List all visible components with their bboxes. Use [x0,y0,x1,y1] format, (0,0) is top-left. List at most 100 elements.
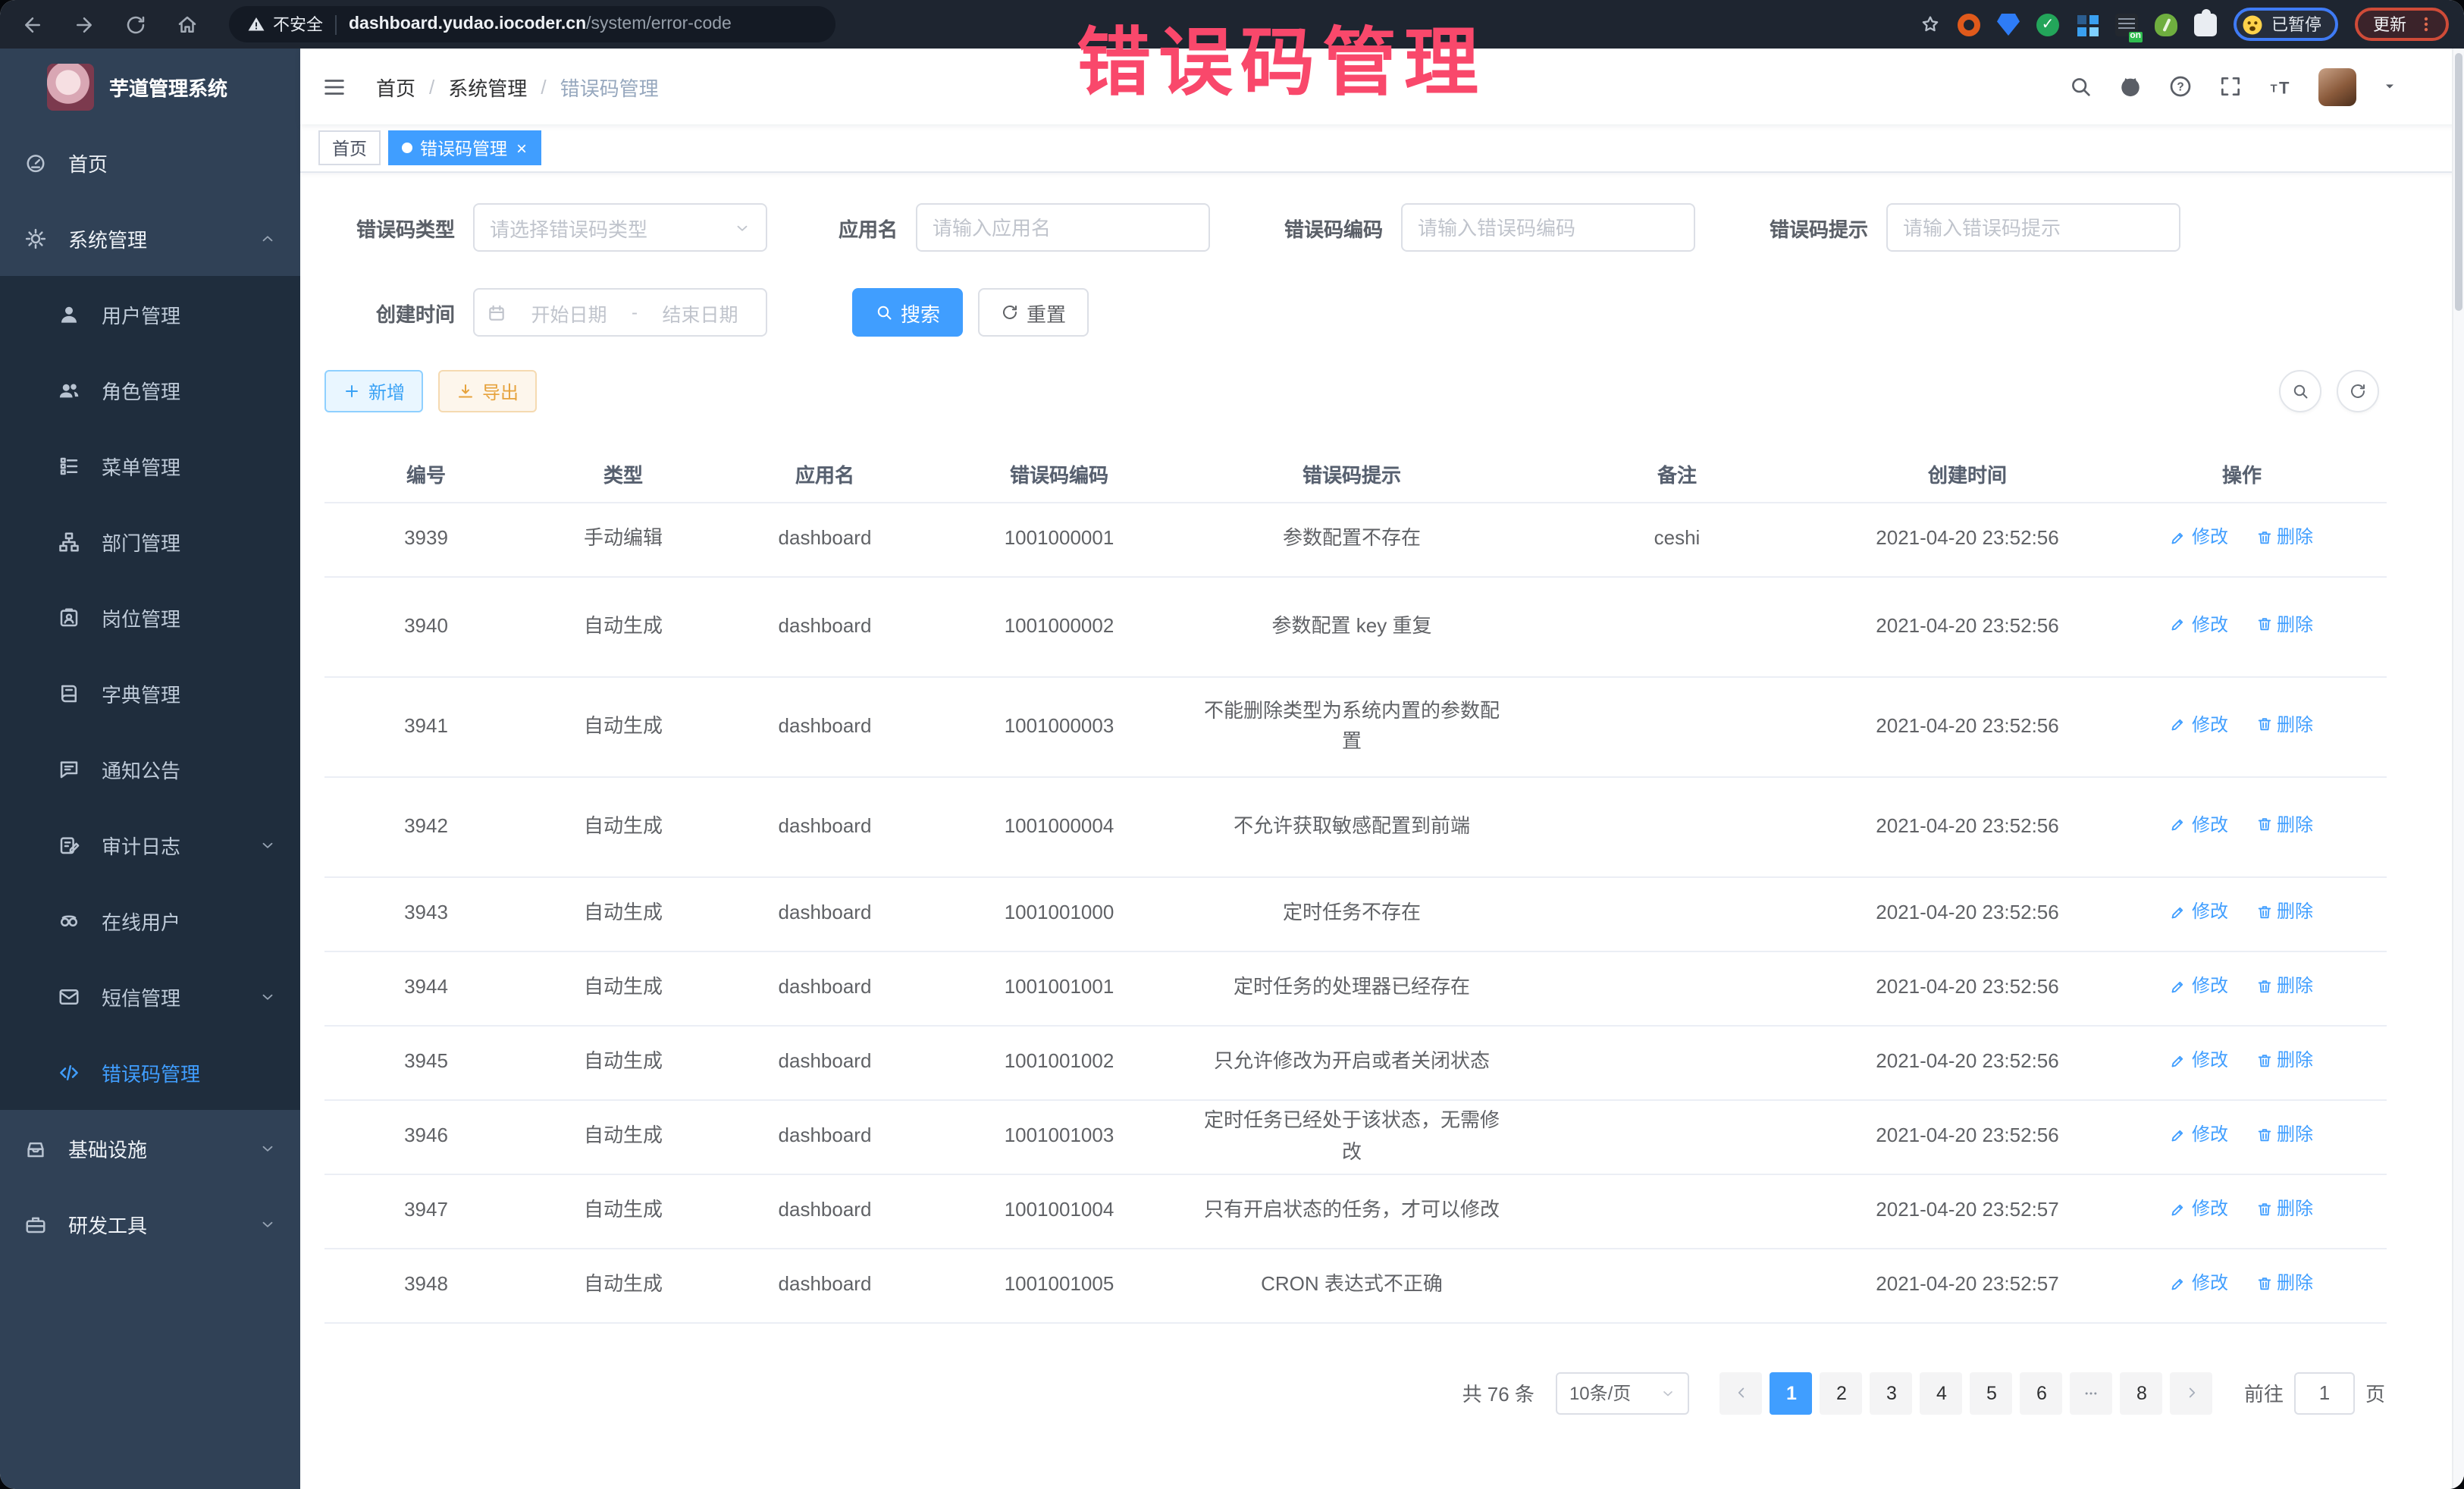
sidebar-item-1[interactable]: 系统管理 [0,200,300,276]
add-button[interactable]: 新增 [324,370,423,412]
edit-link[interactable]: 修改 [2171,610,2228,638]
sidebar-item-8[interactable]: 通知公告 [0,731,300,807]
sidebar-item-9[interactable]: 审计日志 [0,807,300,882]
help-icon[interactable]: ? [2168,74,2193,99]
pager-ellipsis[interactable] [2071,1371,2113,1414]
scrollbar-thumb[interactable] [2455,53,2462,311]
delete-link[interactable]: 删除 [2256,972,2313,1000]
paused-badge[interactable]: 已暂停 [2234,8,2338,41]
delete-link[interactable]: 删除 [2256,1269,2313,1297]
sidebar-item-6[interactable]: 岗位管理 [0,579,300,655]
page-size-select[interactable]: 10条/页 [1556,1371,1689,1414]
sidebar-item-13[interactable]: 基础设施 [0,1110,300,1186]
table-row: 3939手动编辑dashboard1001000001参数配置不存在ceshi2… [324,502,2387,576]
edit-link[interactable]: 修改 [2171,1046,2228,1074]
edit-link[interactable]: 修改 [2171,523,2228,551]
sidebar-item-3[interactable]: 角色管理 [0,352,300,428]
export-button[interactable]: 导出 [438,370,537,412]
breadcrumb-item-1[interactable]: 系统管理 [448,72,527,101]
github-icon[interactable] [2118,74,2143,99]
page-scrollbar[interactable] [2452,49,2464,1489]
search-icon[interactable] [2068,74,2093,99]
tag-0[interactable]: 首页 [318,130,381,165]
sidebar-item-0[interactable]: 首页 [0,124,300,200]
delete-link[interactable]: 删除 [2256,710,2313,738]
page-button-6[interactable]: 6 [2020,1371,2063,1414]
ext-circle-orange-icon[interactable] [1958,13,1980,36]
sidebar-item-4[interactable]: 菜单管理 [0,428,300,503]
delete-link[interactable]: 删除 [2256,898,2313,926]
security-status[interactable]: 不安全 [247,12,323,36]
table-row: 3947自动生成dashboard1001001004只有开启状态的任务，才可以… [324,1174,2387,1248]
user-menu-caret-icon[interactable] [2382,79,2397,94]
back-icon[interactable] [21,13,44,36]
reset-button[interactable]: 重置 [978,288,1089,337]
refresh-table-button[interactable] [2337,370,2379,412]
reload-icon[interactable] [124,13,147,36]
ext-puzzle-white-icon[interactable] [2194,13,2217,36]
trash-icon [2256,1275,2272,1292]
toggle-search-button[interactable] [2279,370,2321,412]
browser-menu-dots-icon[interactable] [2417,15,2435,33]
page-button-5[interactable]: 5 [1970,1371,2013,1414]
trash-icon [2256,904,2272,920]
page-button-2[interactable]: 2 [1820,1371,1863,1414]
edit-link[interactable]: 修改 [2171,1195,2228,1223]
prev-page-button[interactable] [1720,1371,1763,1414]
delete-link[interactable]: 删除 [2256,1121,2313,1149]
page-button-8[interactable]: 8 [2121,1371,2163,1414]
app-logo[interactable]: 芋道管理系统 [0,49,300,124]
delete-link[interactable]: 删除 [2256,1046,2313,1074]
collapse-sidebar-icon[interactable] [321,74,347,99]
app-name-input[interactable] [933,216,1193,239]
edit-link[interactable]: 修改 [2171,710,2228,738]
sidebar-item-7[interactable]: 字典管理 [0,655,300,731]
delete-link[interactable]: 删除 [2256,523,2313,551]
error-hint-input[interactable] [1903,216,2164,239]
sidebar-item-14[interactable]: 研发工具 [0,1186,300,1262]
update-label: 更新 [2373,12,2406,36]
next-page-button[interactable] [2171,1371,2213,1414]
delete-link[interactable]: 删除 [2256,1195,2313,1223]
ext-grid-blue-icon[interactable] [2076,13,2099,36]
ext-key-green-icon[interactable] [2155,13,2177,36]
sidebar-item-2[interactable]: 用户管理 [0,276,300,352]
delete-link[interactable]: 删除 [2256,810,2313,839]
user-avatar[interactable] [2318,67,2356,105]
bookmark-star-icon[interactable] [1920,14,1941,35]
goto-page-input[interactable] [2294,1371,2355,1414]
ext-check-green-icon[interactable]: ✓ [2036,13,2059,36]
sidebar-item-11[interactable]: 短信管理 [0,958,300,1034]
home-icon[interactable] [176,13,199,36]
page-button-3[interactable]: 3 [1870,1371,1913,1414]
update-button[interactable]: 更新 [2355,8,2449,41]
date-range-picker[interactable]: 开始日期 - 结束日期 [473,288,767,337]
font-size-icon[interactable]: TT [2268,74,2293,99]
address-bar[interactable]: 不安全 dashboard.yudao.iocoder.cn/system/er… [229,6,835,42]
error-type-select[interactable]: 请选择错误码类型 [473,203,767,252]
tag-1[interactable]: 错误码管理× [388,130,541,165]
edit-link[interactable]: 修改 [2171,810,2228,839]
error-code-input[interactable] [1418,216,1679,239]
search-button[interactable]: 搜索 [852,288,963,337]
ext-pin-blue-icon[interactable] [1997,13,2020,36]
edit-link[interactable]: 修改 [2171,972,2228,1000]
sidebar-item-12[interactable]: 错误码管理 [0,1034,300,1110]
security-label: 不安全 [273,12,323,36]
delete-link[interactable]: 删除 [2256,610,2313,638]
sidebar-item-10[interactable]: 在线用户 [0,882,300,958]
ext-tabs-on-icon[interactable] [2115,13,2138,36]
code-icon [58,1061,80,1083]
sidebar-item-5[interactable]: 部门管理 [0,503,300,579]
breadcrumb-item-0[interactable]: 首页 [376,72,415,101]
edit-link[interactable]: 修改 [2171,1121,2228,1149]
fullscreen-icon[interactable] [2218,74,2243,99]
error-hint-label: 错误码提示 [1759,213,1868,242]
page-button-1[interactable]: 1 [1770,1371,1813,1414]
forward-icon[interactable] [73,13,96,36]
edit-link[interactable]: 修改 [2171,1269,2228,1297]
cell-operations: 修改删除 [2097,776,2387,876]
page-button-4[interactable]: 4 [1920,1371,1963,1414]
edit-link[interactable]: 修改 [2171,898,2228,926]
close-tag-icon[interactable]: × [516,139,527,157]
